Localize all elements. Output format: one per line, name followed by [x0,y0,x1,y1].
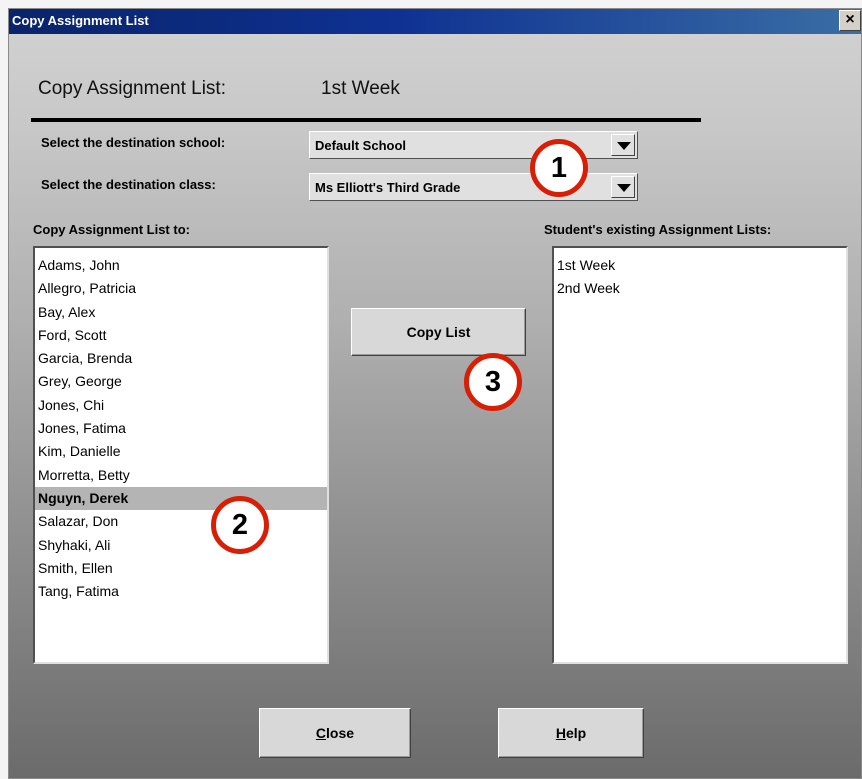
student-list-item[interactable]: Bay, Alex [35,301,327,324]
student-list-item[interactable]: Ford, Scott [35,324,327,347]
school-value: Default School [315,138,407,153]
existing-list-item[interactable]: 2nd Week [554,277,846,300]
class-label: Select the destination class: [41,177,216,192]
student-list-item[interactable]: Jones, Chi [35,394,327,417]
student-list-item[interactable]: Tang, Fatima [35,580,327,603]
student-list-item[interactable]: Allegro, Patricia [35,277,327,300]
copy-assignment-dialog: Copy Assignment List × Copy Assignment L… [8,8,862,779]
student-list-item[interactable]: Morretta, Betty [35,464,327,487]
student-list-item[interactable]: Jones, Fatima [35,417,327,440]
class-dropdown[interactable]: Ms Elliott's Third Grade [309,173,638,201]
header-divider [31,118,701,122]
callout-2-badge: 2 [211,496,269,554]
close-button[interactable]: Close [259,708,411,758]
assignment-list-name: 1st Week [321,78,400,99]
class-dropdown-arrow-icon[interactable] [611,176,635,198]
student-list-item[interactable]: Shyhaki, Ali [35,534,327,557]
student-list-item[interactable]: Nguyn, Derek [35,486,327,511]
close-window-button[interactable]: × [839,10,861,31]
student-list-item[interactable]: Garcia, Brenda [35,347,327,370]
school-label: Select the destination school: [41,135,226,150]
student-list-item[interactable]: Smith, Ellen [35,557,327,580]
close-label-rest: lose [326,725,355,741]
callout-3-badge: 3 [464,353,522,411]
student-list-item[interactable]: Adams, John [35,254,327,277]
student-list-item[interactable]: Salazar, Don [35,510,327,533]
student-list-item[interactable]: Grey, George [35,370,327,393]
existing-lists: 1st Week 2nd Week [554,248,846,301]
school-dropdown-arrow-icon[interactable] [611,134,635,156]
callout-1-badge: 1 [530,139,588,197]
title-bar: Copy Assignment List × [9,9,861,34]
student-list-label: Copy Assignment List to: [33,222,190,237]
existing-list-item[interactable]: 1st Week [554,254,846,277]
existing-lists-listbox[interactable]: 1st Week 2nd Week [552,246,848,664]
existing-lists-label: Student's existing Assignment Lists: [544,222,772,237]
help-label-rest: elp [565,725,587,741]
school-dropdown[interactable]: Default School [309,131,638,159]
class-value: Ms Elliott's Third Grade [315,180,461,195]
student-listbox[interactable]: Adams, John Allegro, Patricia Bay, Alex For… [33,246,329,664]
student-list-item[interactable]: Kim, Danielle [35,440,327,463]
page-title: Copy Assignment List: [38,78,226,99]
copy-list-button[interactable]: Copy List [351,308,526,356]
help-button[interactable]: Help [498,708,644,758]
student-list: Adams, John Allegro, Patricia Bay, Alex For… [35,248,327,603]
close-mnemonic: C [315,725,327,741]
window-title: Copy Assignment List [12,13,149,28]
help-mnemonic: H [555,725,566,741]
